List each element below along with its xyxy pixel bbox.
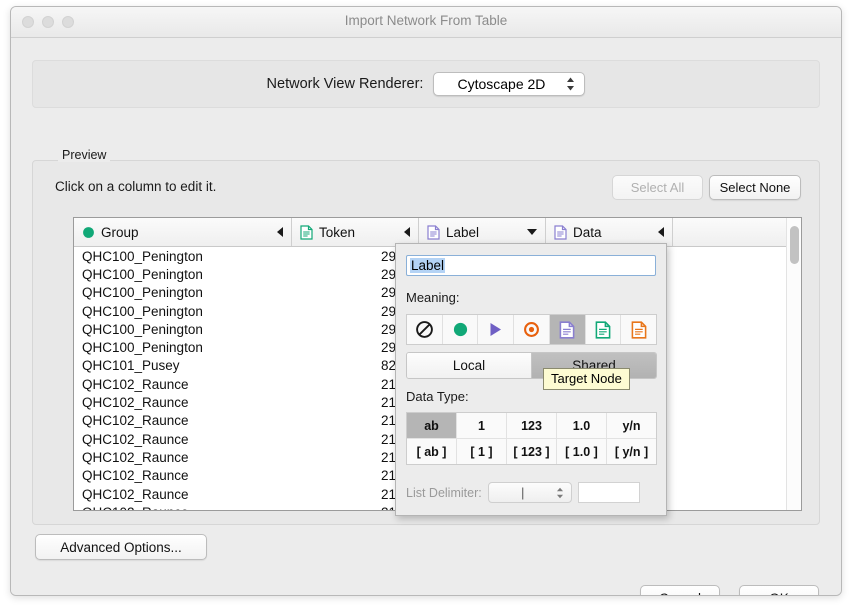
cell-group: QHC100_Penington <box>82 321 203 337</box>
renderer-value: Cytoscape 2D <box>457 76 546 92</box>
list-delimiter-select[interactable]: | <box>487 482 572 503</box>
cell-group: QHC102_Raunce <box>82 449 189 465</box>
scrollbar-thumb[interactable] <box>790 226 799 264</box>
cell-group: QHC102_Raunce <box>82 468 189 484</box>
green-document-icon <box>300 224 313 240</box>
column-header-label-label: Label <box>446 224 480 240</box>
cell-group: QHC102_Raunce <box>82 413 189 429</box>
import-dialog-window: Import Network From Table Network View R… <box>10 6 842 596</box>
chevron-updown-icon <box>556 487 563 498</box>
meaning-interaction-type-button[interactable] <box>478 315 515 344</box>
select-none-button[interactable]: Select None <box>709 175 801 200</box>
data-type-button[interactable]: y/n <box>607 413 656 438</box>
purple-document-icon <box>554 224 567 240</box>
triangle-down-icon[interactable] <box>527 229 537 235</box>
list-type-row: [ ab ][ 1 ][ 123 ][ 1.0 ][ y/n ] <box>407 439 656 464</box>
cell-group: QHC100_Penington <box>82 248 203 264</box>
column-header-data-label: Data <box>573 224 602 240</box>
meaning-not-allowed-button[interactable] <box>407 315 443 344</box>
data-type-button[interactable]: 123 <box>507 413 557 438</box>
column-header-token[interactable]: Token <box>292 218 419 246</box>
cell-group: QHC100_Penington <box>82 285 203 301</box>
list-type-button[interactable]: [ 123 ] <box>507 439 557 464</box>
list-delimiter-custom-input[interactable] <box>577 482 640 503</box>
green-circle-icon <box>83 226 94 238</box>
meaning-network-attribute-button[interactable] <box>621 315 656 344</box>
meaning-label: Meaning: <box>406 290 460 305</box>
purple-document-icon <box>427 224 440 240</box>
column-name-input[interactable]: Label <box>406 255 656 276</box>
data-type-grid: ab 1 123 1.0 y/n [ ab ][ 1 ][ 123 ][ 1.0 ][ … <box>406 412 657 465</box>
data-type-label: Data Type: <box>406 389 469 404</box>
tooltip: Target Node <box>543 368 630 390</box>
data-type-button[interactable]: 1.0 <box>557 413 607 438</box>
preview-toolbar: Click on a column to edit it. Select All… <box>33 175 819 201</box>
edge-attribute-icon <box>595 320 611 339</box>
renderer-select[interactable]: Cytoscape 2D <box>433 72 586 96</box>
cell-group: QHC100_Penington <box>82 303 203 319</box>
list-type-button[interactable]: [ y/n ] <box>607 439 656 464</box>
interaction-type-icon <box>490 323 502 336</box>
meaning-toggle-group <box>406 314 657 345</box>
cell-group: QHC102_Raunce <box>82 395 189 411</box>
list-type-button[interactable]: [ ab ] <box>407 439 457 464</box>
column-header-blank <box>673 218 801 246</box>
renderer-panel: Network View Renderer: Cytoscape 2D <box>32 60 820 108</box>
data-type-button[interactable]: 1 <box>457 413 507 438</box>
list-delimiter-label: List Delimiter: <box>406 485 482 500</box>
data-type-row: ab 1 123 1.0 y/n <box>407 413 656 439</box>
column-header-group-label: Group <box>101 224 139 240</box>
network-attribute-icon <box>631 320 647 339</box>
triangle-left-icon[interactable] <box>277 227 283 237</box>
list-type-button[interactable]: [ 1.0 ] <box>557 439 607 464</box>
cell-group: QHC102_Raunce <box>74 505 292 510</box>
cell-group: QHC102_Raunce <box>82 376 189 392</box>
cell-group: QHC101_Pusey <box>82 358 180 374</box>
window-titlebar: Import Network From Table <box>11 7 841 38</box>
cell-group: QHC100_Penington <box>82 266 203 282</box>
preview-hint: Click on a column to edit it. <box>55 179 217 194</box>
column-header-data[interactable]: Data <box>546 218 673 246</box>
list-delimiter-row: List Delimiter: | <box>406 482 657 503</box>
meaning-edge-attribute-button[interactable] <box>586 315 622 344</box>
column-header-label[interactable]: Label <box>419 218 546 246</box>
meaning-source-node-button[interactable] <box>443 315 479 344</box>
data-type-button[interactable]: ab <box>407 413 457 438</box>
chevron-updown-icon <box>567 77 575 91</box>
cell-group: QHC100_Penington <box>82 340 203 356</box>
cell-group: QHC102_Raunce <box>82 431 189 447</box>
column-header-token-label: Token <box>319 224 356 240</box>
dialog-body: Network View Renderer: Cytoscape 2D Prev… <box>11 38 841 595</box>
triangle-left-icon[interactable] <box>658 227 664 237</box>
meaning-target-node-button[interactable] <box>514 315 550 344</box>
column-header-group[interactable]: Group <box>74 218 292 246</box>
target-node-icon <box>524 322 539 337</box>
ok-button[interactable]: OK <box>739 585 819 595</box>
select-all-button[interactable]: Select All <box>612 175 703 200</box>
list-type-button[interactable]: [ 1 ] <box>457 439 507 464</box>
scope-local-button[interactable]: Local <box>407 353 531 378</box>
advanced-options-button[interactable]: Advanced Options... <box>35 534 207 560</box>
source-node-icon <box>453 322 467 337</box>
column-name-value: Label <box>410 258 446 273</box>
cell-group: QHC102_Raunce <box>82 486 189 502</box>
renderer-label: Network View Renderer: <box>266 76 424 92</box>
window-title: Import Network From Table <box>344 13 508 28</box>
cancel-button[interactable]: Cancel <box>640 585 720 595</box>
triangle-left-icon[interactable] <box>404 227 410 237</box>
node-attribute-icon <box>559 320 575 339</box>
meaning-node-attribute-button[interactable] <box>549 315 586 344</box>
table-vertical-scrollbar[interactable] <box>786 218 801 510</box>
preview-group-label: Preview <box>58 148 111 162</box>
not-allowed-icon <box>416 321 433 338</box>
